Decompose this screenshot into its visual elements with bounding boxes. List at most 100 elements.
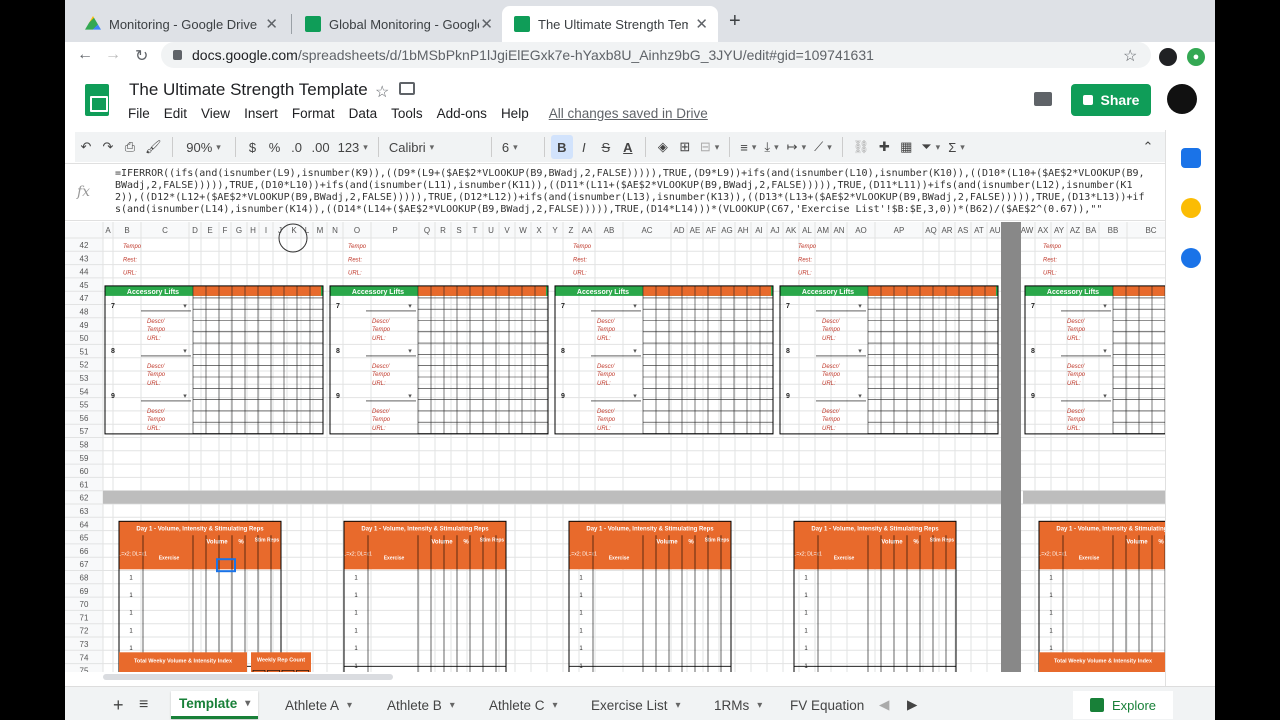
- bold-button[interactable]: B: [550, 135, 573, 159]
- paint-format-icon[interactable]: 🖌: [141, 135, 166, 159]
- vertical-align-icon[interactable]: ⤓: [760, 135, 782, 159]
- increase-decimal-button[interactable]: .00: [308, 135, 334, 159]
- accessory-header-label: Accessory Lifts: [352, 289, 404, 296]
- row-number: 1: [579, 593, 583, 599]
- menu-data[interactable]: Data: [349, 106, 378, 121]
- horizontal-scrollbar[interactable]: [103, 674, 393, 680]
- exercise-number: 8: [336, 348, 340, 355]
- sheets-logo-icon[interactable]: [85, 84, 109, 116]
- scroll-left-icon[interactable]: ◀: [871, 691, 897, 719]
- forward-arrow-icon[interactable]: →: [105, 46, 121, 64]
- column-header-label: BA: [1086, 226, 1097, 235]
- menu-help[interactable]: Help: [501, 106, 529, 121]
- menu-format[interactable]: Format: [292, 106, 335, 121]
- filter-icon[interactable]: ⏷: [917, 135, 944, 159]
- add-sheet-button[interactable]: +: [105, 691, 132, 719]
- exercise-number: 7: [111, 303, 115, 310]
- italic-button[interactable]: I: [573, 135, 595, 159]
- all-sheets-icon[interactable]: ≡: [131, 691, 156, 719]
- menu-file[interactable]: File: [128, 106, 150, 121]
- insert-comment-icon[interactable]: ✚: [873, 135, 895, 159]
- red-label: URL:: [1067, 426, 1081, 432]
- column-header-label: AX: [1038, 226, 1049, 235]
- font-size-select[interactable]: 6: [498, 135, 538, 159]
- tab-athlete-a[interactable]: Athlete A: [277, 691, 360, 719]
- horizontal-align-icon[interactable]: ≡: [736, 135, 760, 159]
- functions-icon[interactable]: Σ: [944, 135, 969, 159]
- zoom-select[interactable]: 90%: [179, 135, 229, 159]
- percent-button[interactable]: %: [264, 135, 286, 159]
- print-icon[interactable]: ⎙: [119, 135, 141, 159]
- row-header-label: 49: [80, 321, 89, 330]
- link-icon[interactable]: ⛓: [849, 135, 874, 159]
- tab-fv-equation[interactable]: FV Equation: [782, 691, 872, 719]
- column-header-label: F: [223, 226, 228, 235]
- tab-athlete-b[interactable]: Athlete B: [379, 691, 463, 719]
- explore-button[interactable]: Explore: [1073, 691, 1173, 719]
- star-icon[interactable]: ☆: [375, 82, 389, 102]
- close-icon[interactable]: ✕: [480, 15, 493, 33]
- side-panel: ›: [1165, 130, 1215, 720]
- insert-chart-icon[interactable]: ▦: [895, 135, 917, 159]
- folder-icon[interactable]: [399, 82, 415, 95]
- extension-icon[interactable]: [1159, 48, 1177, 66]
- save-status[interactable]: All changes saved in Drive: [549, 106, 708, 121]
- formula-input[interactable]: =IFERROR((ifs(and(isnumber(L9),isnumber(…: [115, 168, 1145, 220]
- browser-tab-global-monitoring[interactable]: Global Monitoring - Google Sh ✕: [293, 6, 503, 42]
- text-wrap-icon[interactable]: ↦: [783, 135, 810, 159]
- browser-tab-ultimate-strength[interactable]: The Ultimate Strength Templat ✕: [502, 6, 718, 42]
- menu-addons[interactable]: Add-ons: [437, 106, 487, 121]
- menu-view[interactable]: View: [201, 106, 230, 121]
- avatar[interactable]: [1167, 84, 1197, 114]
- calendar-icon[interactable]: [1181, 148, 1201, 168]
- profile-icon[interactable]: ●: [1187, 48, 1205, 66]
- bookmark-star-icon[interactable]: ☆: [1123, 46, 1137, 66]
- stim-label: Stim Reps: [255, 537, 280, 543]
- close-icon[interactable]: ✕: [695, 15, 708, 33]
- menu-tools[interactable]: Tools: [391, 106, 423, 121]
- chevron-down-icon: ▾: [633, 348, 637, 355]
- red-label: Descr/: [597, 364, 616, 370]
- reload-icon[interactable]: ↻: [135, 46, 148, 66]
- menu-edit[interactable]: Edit: [164, 106, 187, 121]
- back-arrow-icon[interactable]: ←: [77, 46, 93, 64]
- sheets-icon: [305, 16, 321, 32]
- menu-insert[interactable]: Insert: [244, 106, 278, 121]
- red-label: URL:: [822, 381, 836, 387]
- collapse-toolbar-icon[interactable]: ⌃: [1137, 135, 1159, 159]
- row-header-label: 59: [80, 454, 89, 463]
- font-select[interactable]: Calibri: [385, 135, 485, 159]
- toolbar-divider: [490, 137, 492, 157]
- merge-cells-icon[interactable]: ⊟: [696, 135, 723, 159]
- fill-color-icon[interactable]: ◈: [652, 135, 674, 159]
- undo-icon[interactable]: ↶: [75, 135, 97, 159]
- strikethrough-button[interactable]: S: [595, 135, 617, 159]
- red-label: URL:: [147, 336, 161, 342]
- exercise-number: 7: [1031, 303, 1035, 310]
- close-icon[interactable]: ✕: [265, 15, 278, 33]
- browser-tab-drive[interactable]: Monitoring - Google Drive ✕: [73, 6, 288, 42]
- document-title[interactable]: The Ultimate Strength Template: [129, 80, 368, 100]
- decrease-decimal-button[interactable]: .0: [286, 135, 308, 159]
- comment-icon[interactable]: [1034, 92, 1052, 106]
- text-rotation-icon[interactable]: ⟋: [810, 135, 836, 159]
- row-header-label: 42: [80, 241, 89, 250]
- spreadsheet-grid[interactable]: A B C D E F G H I J K L M N O P Q R S T U V W X Y Z AA AB AC AD AE AF AG…: [65, 222, 1165, 672]
- tasks-icon[interactable]: [1181, 248, 1201, 268]
- tab-1rms[interactable]: 1RMs: [706, 691, 770, 719]
- text-color-button[interactable]: A: [617, 135, 639, 159]
- share-button[interactable]: Share: [1071, 84, 1151, 116]
- currency-button[interactable]: $: [242, 135, 264, 159]
- redo-icon[interactable]: ↷: [97, 135, 119, 159]
- tab-athlete-c[interactable]: Athlete C: [481, 691, 566, 719]
- row-header-label: 54: [80, 387, 89, 396]
- new-tab-button[interactable]: +: [729, 10, 741, 33]
- more-formats-button[interactable]: 123: [334, 135, 372, 159]
- keep-icon[interactable]: [1181, 198, 1201, 218]
- url-bar[interactable]: docs.google.com/spreadsheets/d/1bMSbPknP…: [161, 42, 1151, 68]
- scroll-right-icon[interactable]: ▶: [899, 691, 925, 719]
- tab-exercise-list[interactable]: Exercise List: [583, 691, 689, 719]
- red-label: URL:: [597, 426, 611, 432]
- tab-template[interactable]: Template: [171, 691, 259, 719]
- borders-icon[interactable]: ⊞: [674, 135, 696, 159]
